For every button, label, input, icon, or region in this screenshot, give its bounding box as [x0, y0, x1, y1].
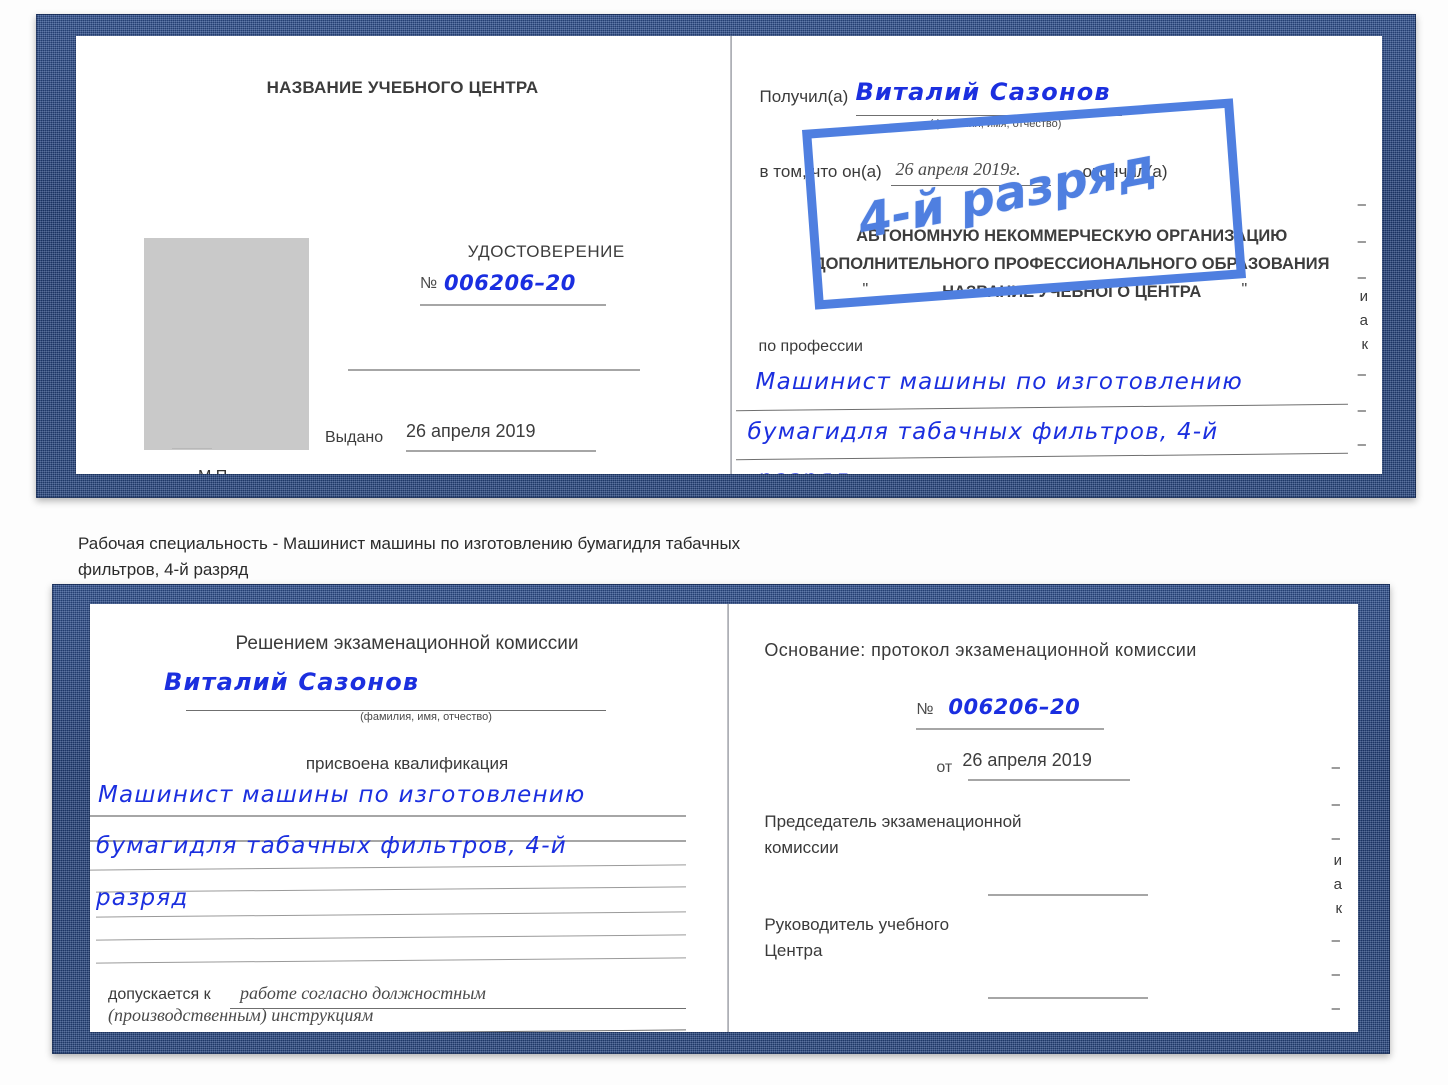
blank-rule-1 — [348, 369, 640, 371]
profession-rule-2 — [735, 452, 1348, 461]
protocol-date: 26 апреля 2019 — [962, 750, 1092, 770]
admitted-value-line-1: работе согласно должностным — [240, 983, 486, 1003]
issued-label: Выдано — [325, 429, 384, 446]
received-rule — [855, 115, 1122, 116]
decision-name: Виталий Сазонов — [164, 668, 420, 696]
fio-hint-bottom: (фамилия, имя, отчество) — [360, 711, 492, 723]
chairman-signature-rule — [988, 894, 1149, 896]
profession-rule-1 — [735, 403, 1348, 412]
bleed2-char-2: – — [1331, 830, 1340, 847]
org-quote-close: " — [1241, 281, 1248, 298]
number-prefix: № — [420, 275, 438, 292]
caption-block: Рабочая специальность - Машинист машины … — [78, 531, 978, 583]
issued-date: 26 апреля 2019 — [406, 421, 536, 441]
bleed2-char-8: – — [1331, 1000, 1340, 1017]
top-book-pages: НАЗВАНИЕ УЧЕБНОГО ЦЕНТРА М.П. УДОСТОВЕРЕ… — [76, 36, 1382, 474]
bleed-char-5: к — [1361, 336, 1368, 353]
bleed2-char-1: – — [1331, 796, 1340, 813]
admitted-label: допускается к — [108, 986, 211, 1003]
qual-rule-3 — [90, 864, 686, 871]
number-rule — [420, 304, 606, 306]
photo-placeholder — [144, 238, 309, 450]
bleed2-char-0: – — [1331, 759, 1340, 776]
qualification-line-1: Машинист машины по изготовлению — [98, 782, 586, 808]
bleed-char-7: – — [1357, 402, 1366, 419]
chairman-label-line-1: Председатель экзаменационной — [764, 812, 1022, 831]
bleed2-char-3: и — [1333, 852, 1342, 869]
profession-line-3: разряд — [758, 466, 850, 474]
top-left-page: НАЗВАНИЕ УЧЕБНОГО ЦЕНТРА М.П. УДОСТОВЕРЕ… — [76, 36, 729, 474]
profession-line-1: Машинист машины по изготовлению — [755, 369, 1243, 395]
protocol-date-rule — [968, 779, 1131, 781]
seal-place-label: М.П. — [198, 468, 232, 474]
admitted-value-line-2: (производственным) инструкциям — [108, 1005, 374, 1025]
bottom-right-page: Основание: протокол экзаменационной коми… — [730, 604, 1358, 1032]
org-line-2: ДОПОЛНИТЕЛЬНОГО ПРОФЕССИОНАЛЬНОГО ОБРАЗО… — [813, 255, 1330, 273]
org-line-3: НАЗВАНИЕ УЧЕБНОГО ЦЕНТРА — [942, 283, 1202, 301]
bleed-char-2: – — [1357, 269, 1366, 286]
bleed-char-0: – — [1357, 196, 1366, 213]
training-center-title: НАЗВАНИЕ УЧЕБНОГО ЦЕНТРА — [266, 78, 539, 97]
received-label: Получил(а) — [759, 87, 849, 106]
bleed-char-4: а — [1359, 312, 1368, 329]
bleed-char-6: – — [1357, 366, 1366, 383]
protocol-date-prefix: от — [936, 759, 953, 776]
top-book-spine — [730, 36, 733, 474]
basis-label: Основание: протокол экзаменационной коми… — [764, 640, 1197, 660]
in-that-label: в том, что он(а) — [759, 162, 882, 181]
bleed-char-8: – — [1357, 436, 1366, 453]
qual-rule-5 — [96, 911, 686, 918]
qual-rule-6 — [96, 934, 686, 941]
chairman-label-line-2: комиссии — [764, 838, 839, 857]
protocol-number: 006206–20 — [948, 695, 1081, 719]
profession-line-2: бумагидля табачных фильтров, 4-й — [747, 419, 1219, 445]
fio-hint-top: (фамилия, имя, отчество) — [929, 118, 1062, 130]
bleed-char-1: – — [1357, 233, 1366, 250]
photo-bottom-shadow — [172, 448, 212, 449]
bleed2-char-7: – — [1331, 966, 1340, 983]
protocol-number-prefix: № — [916, 701, 934, 718]
caption-line-1: Рабочая специальность - Машинист машины … — [78, 534, 741, 553]
received-name: Виталий Сазонов — [855, 78, 1111, 106]
certificate-number: 006206–20 — [444, 271, 576, 295]
top-right-page: Получил(а) Виталий Сазонов (фамилия, имя… — [735, 36, 1382, 474]
admitted-rule-2 — [96, 1029, 686, 1032]
qual-rule-7 — [96, 957, 686, 964]
qualification-label: присвоена квалификация — [305, 754, 509, 773]
bottom-book-pages: Решением экзаменационной комиссии Витали… — [90, 604, 1358, 1032]
bottom-book-spine — [726, 604, 729, 1032]
profession-label: по профессии — [758, 338, 863, 355]
head-signature-rule — [988, 997, 1149, 999]
bleed2-char-5: к — [1335, 900, 1342, 917]
issued-rule — [406, 450, 596, 452]
head-label-line-1: Руководитель учебного — [764, 915, 950, 934]
bottom-left-page: Решением экзаменационной комиссии Витали… — [90, 604, 724, 1032]
org-quote-open: " — [862, 281, 869, 298]
bleed-char-3: и — [1359, 288, 1368, 305]
bleed2-char-6: – — [1331, 932, 1340, 949]
top-certificate-book: НАЗВАНИЕ УЧЕБНОГО ЦЕНТРА М.П. УДОСТОВЕРЕ… — [36, 14, 1416, 498]
qualification-line-3: разряд — [96, 885, 189, 911]
bottom-certificate-book: Решением экзаменационной комиссии Витали… — [52, 584, 1390, 1054]
qual-rule-1 — [90, 815, 686, 817]
protocol-number-rule — [916, 728, 1105, 730]
document-type-label: УДОСТОВЕРЕНИЕ — [467, 242, 625, 261]
head-label-line-2: Центра — [764, 941, 823, 960]
qualification-line-2: бумагидля табачных фильтров, 4-й — [96, 833, 567, 859]
bleed2-char-4: а — [1333, 876, 1342, 893]
commission-decision-title: Решением экзаменационной комиссии — [235, 633, 579, 654]
bleed-char-9: – — [1358, 470, 1366, 474]
caption-line-2: фильтров, 4-й разряд — [78, 560, 249, 579]
